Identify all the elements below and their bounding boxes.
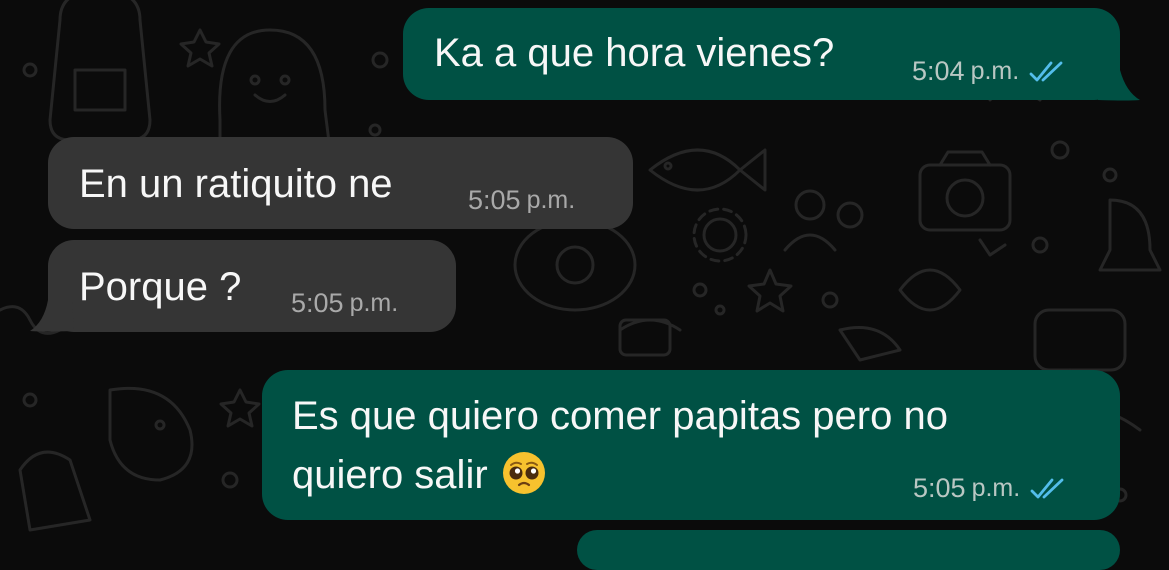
bubble-tail-incoming	[30, 300, 74, 332]
message-time: 5:05	[468, 185, 521, 215]
message-bubble-incoming[interactable]: Porque ? 5:05 p.m.	[48, 240, 456, 332]
message-text: Ka a que hora vienes?	[434, 31, 835, 75]
message-text: Porque ?	[79, 265, 242, 309]
message-bubble-outgoing-partial[interactable]	[577, 530, 1120, 570]
message-meta: 5:05 p.m.	[291, 288, 398, 319]
message-time-suffix: p.m.	[349, 289, 399, 317]
message-text: En un ratiquito ne	[79, 162, 393, 206]
message-text-line-1: Es que quiero comer papitas pero no	[292, 394, 948, 438]
message-meta: 5:05 p.m.	[913, 473, 1066, 504]
message-time: 5:05	[913, 473, 966, 503]
message-text: quiero salir	[292, 453, 488, 497]
message-time: 5:05	[291, 288, 344, 318]
message-text-line-2: quiero salir	[292, 446, 547, 504]
read-double-check-icon	[1029, 61, 1063, 81]
pleading-face-emoji	[502, 452, 545, 494]
message-bubble-outgoing[interactable]: Ka a que hora vienes? 5:04 p.m.	[403, 8, 1120, 100]
message-time-suffix: p.m.	[970, 57, 1020, 85]
message-meta: 5:05 p.m.	[468, 185, 575, 216]
bubble-tail-outgoing	[1098, 70, 1140, 101]
message-time-suffix: p.m.	[526, 186, 576, 214]
message-bubble-incoming[interactable]: En un ratiquito ne 5:05 p.m.	[48, 137, 633, 229]
message-time-suffix: p.m.	[971, 474, 1021, 502]
message-meta: 5:04 p.m.	[912, 56, 1065, 87]
message-time: 5:04	[912, 56, 965, 86]
message-bubble-outgoing[interactable]: Es que quiero comer papitas pero no quie…	[262, 370, 1120, 520]
read-double-check-icon	[1030, 478, 1064, 498]
